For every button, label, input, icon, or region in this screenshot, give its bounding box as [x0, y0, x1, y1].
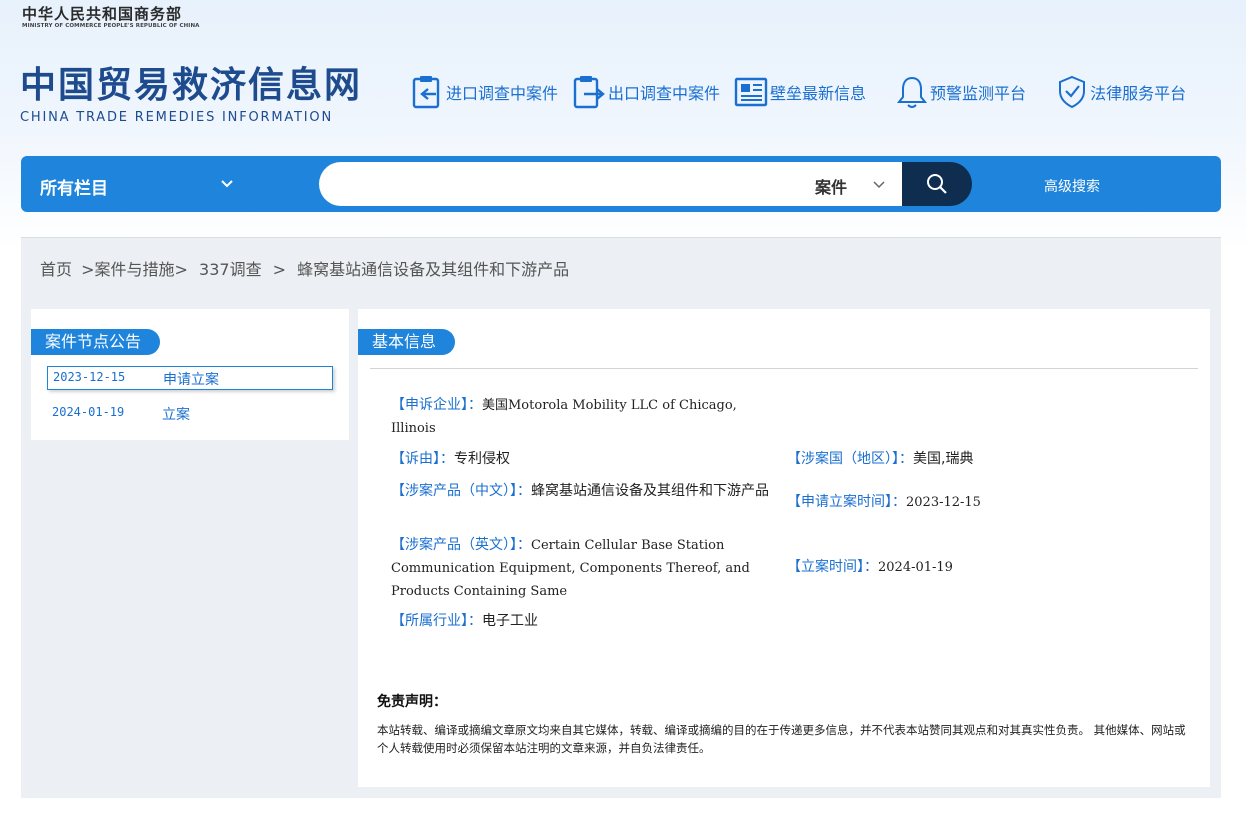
filing-date-value: 2023-12-15	[906, 495, 981, 510]
nav-export-cases[interactable]: 出口调查中案件	[572, 74, 720, 110]
ministry-logo[interactable]: 中华人民共和国商务部 MINISTRY OF COMMERCE PEOPLE'S…	[22, 5, 200, 30]
nav-barrier-news-label: 壁垒最新信息	[770, 84, 867, 103]
chevron-down-icon	[873, 181, 885, 189]
search-input[interactable]	[319, 162, 839, 206]
bell-icon	[896, 76, 928, 108]
nav-warning-platform-label: 预警监测平台	[930, 84, 1027, 103]
applicant-field: 【申诉企业】：美国Motorola Mobility LLC of Chicag…	[391, 394, 761, 440]
ministry-name-cn: 中华人民共和国商务部	[22, 5, 183, 23]
init-date-label: 【立案时间】：	[787, 559, 878, 575]
filing-date-field: 【申请立案时间】：2023-12-15	[787, 491, 1187, 514]
nav-legal-platform[interactable]: 法律服务平台	[1056, 74, 1186, 110]
product-en-field: 【涉案产品（英文）】：Certain Cellular Base Station…	[391, 534, 761, 603]
nav-import-cases-label: 进口调查中案件	[446, 84, 559, 103]
export-clipboard-icon	[573, 76, 605, 109]
import-clipboard-icon	[412, 76, 440, 109]
case-events-title: 案件节点公告	[31, 329, 160, 355]
country-field: 【涉案国（地区）】：美国,瑞典	[787, 448, 1187, 470]
country-label: 【涉案国（地区）】：	[787, 451, 913, 467]
product-cn-label: 【涉案产品（中文）】：	[391, 483, 531, 499]
breadcrumb-337[interactable]: 337调查	[199, 260, 262, 279]
init-date-field: 【立案时间】：2024-01-19	[787, 556, 1187, 579]
news-icon	[734, 77, 768, 107]
top-nav: 进口调查中案件 出口调查中案件 壁垒最新信息 预警监测平台 法律服务平台	[410, 74, 1186, 110]
disclaimer-text: 本站转载、编译或摘编文章原文均来自其它媒体，转载、编译或摘编的目的在于传递更多信…	[377, 723, 1186, 755]
search-type-label: 案件	[815, 178, 848, 197]
filing-date-label: 【申请立案时间】：	[787, 494, 906, 510]
shield-check-icon	[1059, 75, 1086, 109]
site-title-en: CHINA TRADE REMEDIES INFORMATION	[20, 110, 333, 125]
product-cn-value: 蜂窝基站通信设备及其组件和下游产品	[531, 483, 769, 499]
case-events-panel: 案件节点公告 2023-12-15 申请立案 2024-01-19 立案	[31, 309, 349, 440]
applicant-label: 【申诉企业】：	[391, 397, 482, 413]
event-title: 立案	[162, 407, 190, 423]
event-row[interactable]: 2024-01-19 立案	[47, 402, 333, 426]
search-bar: 所有栏目 案件 高级搜索	[21, 156, 1221, 212]
search-type-select[interactable]: 案件	[799, 162, 902, 206]
basic-info-panel: 基本信息 【申诉企业】：美国Motorola Mobility LLC of C…	[358, 309, 1210, 787]
nav-import-cases[interactable]: 进口调查中案件	[410, 74, 558, 110]
industry-value: 电子工业	[482, 613, 538, 629]
search-button[interactable]	[902, 162, 972, 206]
industry-label: 【所属行业】：	[391, 613, 482, 629]
site-logo[interactable]: 中国贸易救济信息网 CHINA TRADE REMEDIES INFORMATI…	[20, 65, 363, 126]
ministry-name-en: MINISTRY OF COMMERCE PEOPLE'S REPUBLIC O…	[22, 23, 200, 29]
event-date: 2023-12-15	[53, 370, 126, 384]
country-value: 美国,瑞典	[913, 451, 974, 467]
cause-value: 专利侵权	[454, 451, 510, 467]
breadcrumb-separator: >	[272, 260, 287, 279]
header-background	[0, 0, 1246, 250]
nav-warning-platform[interactable]: 预警监测平台	[896, 74, 1026, 110]
industry-field: 【所属行业】：电子工业	[391, 610, 761, 632]
breadcrumb-cases[interactable]: >案件与措施>	[81, 260, 188, 279]
event-row[interactable]: 2023-12-15 申请立案	[47, 366, 333, 390]
breadcrumb-home[interactable]: 首页	[40, 260, 72, 279]
basic-info-title: 基本信息	[358, 329, 455, 355]
nav-barrier-news[interactable]: 壁垒最新信息	[734, 74, 866, 110]
product-en-label: 【涉案产品（英文）】：	[391, 537, 531, 553]
breadcrumb-current: 蜂窝基站通信设备及其组件和下游产品	[297, 260, 570, 279]
nav-legal-platform-label: 法律服务平台	[1090, 84, 1187, 103]
event-title: 申请立案	[163, 372, 219, 388]
nav-export-cases-label: 出口调查中案件	[608, 84, 721, 103]
cause-label: 【诉由】：	[391, 451, 454, 467]
site-title-cn: 中国贸易救济信息网	[20, 65, 363, 106]
disclaimer-title: 免责声明：	[377, 694, 447, 710]
init-date-value: 2024-01-19	[878, 560, 953, 575]
advanced-search-link[interactable]: 高级搜索	[1044, 176, 1100, 196]
event-date: 2024-01-19	[52, 405, 125, 419]
divider	[370, 368, 1198, 369]
search-icon	[927, 174, 947, 194]
cause-field: 【诉由】：专利侵权	[391, 448, 761, 470]
breadcrumb: 首页 >案件与措施> 337调查 > 蜂窝基站通信设备及其组件和下游产品	[40, 256, 569, 280]
product-cn-field: 【涉案产品（中文）】：蜂窝基站通信设备及其组件和下游产品	[391, 480, 776, 502]
chevron-down-icon[interactable]	[219, 176, 235, 192]
category-select[interactable]: 所有栏目	[40, 174, 108, 199]
